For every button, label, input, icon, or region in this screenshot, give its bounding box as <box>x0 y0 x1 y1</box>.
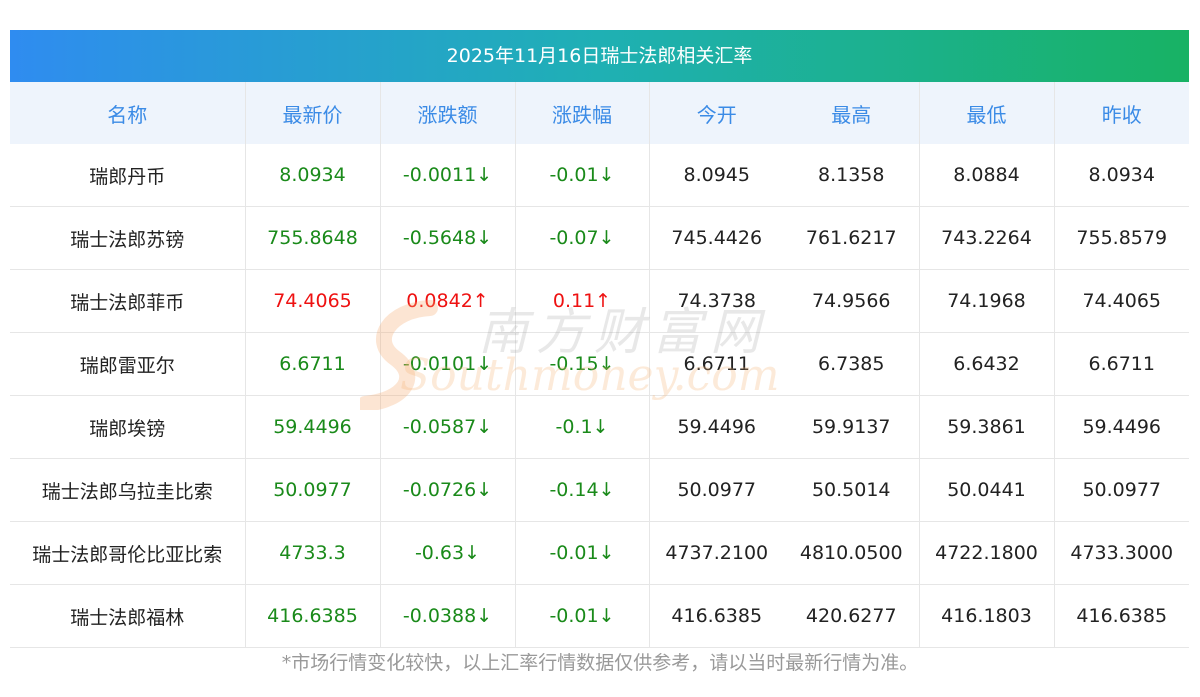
cell-change: -0.0011↓ <box>379 144 515 207</box>
cell-low: 743.2264 <box>918 206 1054 270</box>
cell-high: 761.6217 <box>784 206 919 270</box>
cell-prev-close: 8.0934 <box>1053 144 1189 207</box>
table-row: 瑞郎丹币 8.0934 -0.0011↓ -0.01↓ 8.0945 8.1358 8.08… <box>10 144 1189 207</box>
cell-name: 瑞士法郎菲币 <box>10 269 245 333</box>
cell-latest: 416.6385 <box>244 584 380 648</box>
cell-open: 6.6711 <box>648 332 784 396</box>
header-change: 涨跌额 <box>379 82 515 144</box>
cell-name: 瑞郎雷亚尔 <box>10 332 245 396</box>
cell-name: 瑞郎丹币 <box>10 144 245 207</box>
cell-change: 0.0842↑ <box>379 269 515 333</box>
cell-change-pct: 0.11↑ <box>514 269 649 333</box>
cell-latest: 6.6711 <box>244 332 380 396</box>
cell-low: 416.1803 <box>918 584 1054 648</box>
cell-change: -0.0101↓ <box>379 332 515 396</box>
cell-change: -0.0587↓ <box>379 395 515 459</box>
table-row: 瑞郎埃镑 59.4496 -0.0587↓ -0.1↓ 59.4496 59.9137 59… <box>10 395 1189 459</box>
cell-change-pct: -0.14↓ <box>514 458 649 522</box>
cell-open: 745.4426 <box>648 206 784 270</box>
table-row: 瑞士法郎福林 416.6385 -0.0388↓ -0.01↓ 416.6385 420.… <box>10 584 1189 648</box>
cell-low: 8.0884 <box>918 144 1054 207</box>
cell-prev-close: 755.8579 <box>1053 206 1189 270</box>
cell-change: -0.0726↓ <box>379 458 515 522</box>
cell-prev-close: 74.4065 <box>1053 269 1189 333</box>
cell-name: 瑞士法郎哥伦比亚比索 <box>10 521 245 585</box>
cell-name: 瑞士法郎福林 <box>10 584 245 648</box>
table-row: 瑞士法郎菲币 74.4065 0.0842↑ 0.11↑ 74.3738 74.9566 7… <box>10 269 1189 333</box>
header-latest: 最新价 <box>244 82 380 144</box>
cell-change-pct: -0.01↓ <box>514 521 649 585</box>
rates-panel: 2025年11月16日瑞士法郎相关汇率 名称 最新价 涨跌额 涨跌幅 今开 最高… <box>10 30 1189 648</box>
cell-open: 416.6385 <box>648 584 784 648</box>
disclaimer-footer: *市场行情变化较快，以上汇率行情数据仅供参考，请以当时最新行情为准。 <box>281 652 919 674</box>
cell-low: 50.0441 <box>918 458 1054 522</box>
cell-change-pct: -0.1↓ <box>514 395 649 459</box>
header-high: 最高 <box>784 82 919 144</box>
cell-change-pct: -0.07↓ <box>514 206 649 270</box>
cell-change: -0.63↓ <box>379 521 515 585</box>
table-row: 瑞郎雷亚尔 6.6711 -0.0101↓ -0.15↓ 6.6711 6.7385 6.6… <box>10 332 1189 396</box>
cell-name: 瑞士法郎苏镑 <box>10 206 245 270</box>
cell-latest: 50.0977 <box>244 458 380 522</box>
cell-open: 74.3738 <box>648 269 784 333</box>
cell-latest: 74.4065 <box>244 269 380 333</box>
cell-high: 4810.0500 <box>784 521 919 585</box>
table-row: 瑞士法郎哥伦比亚比索 4733.3 -0.63↓ -0.01↓ 4737.2100 481… <box>10 521 1189 585</box>
cell-latest: 4733.3 <box>244 521 380 585</box>
cell-prev-close: 6.6711 <box>1053 332 1189 396</box>
header-open: 今开 <box>648 82 784 144</box>
cell-change-pct: -0.01↓ <box>514 144 649 207</box>
cell-open: 50.0977 <box>648 458 784 522</box>
cell-change-pct: -0.01↓ <box>514 584 649 648</box>
cell-prev-close: 416.6385 <box>1053 584 1189 648</box>
cell-name: 瑞郎埃镑 <box>10 395 245 459</box>
header-name: 名称 <box>10 82 245 144</box>
cell-high: 50.5014 <box>784 458 919 522</box>
header-row: 名称 最新价 涨跌额 涨跌幅 今开 最高 最低 昨收 <box>10 82 1189 144</box>
cell-open: 8.0945 <box>648 144 784 207</box>
cell-latest: 8.0934 <box>244 144 380 207</box>
cell-high: 420.6277 <box>784 584 919 648</box>
header-change-pct: 涨跌幅 <box>514 82 649 144</box>
cell-high: 74.9566 <box>784 269 919 333</box>
cell-high: 6.7385 <box>784 332 919 396</box>
cell-high: 59.9137 <box>784 395 919 459</box>
rates-table: 名称 最新价 涨跌额 涨跌幅 今开 最高 最低 昨收 瑞郎丹币 8.0934 -0.… <box>10 82 1189 648</box>
cell-prev-close: 50.0977 <box>1053 458 1189 522</box>
table-row: 瑞士法郎苏镑 755.8648 -0.5648↓ -0.07↓ 745.4426 761.… <box>10 206 1189 270</box>
table-row: 瑞士法郎乌拉圭比索 50.0977 -0.0726↓ -0.14↓ 50.0977 50.… <box>10 458 1189 522</box>
cell-latest: 59.4496 <box>244 395 380 459</box>
cell-name: 瑞士法郎乌拉圭比索 <box>10 458 245 522</box>
header-prev-close: 昨收 <box>1053 82 1189 144</box>
cell-open: 59.4496 <box>648 395 784 459</box>
cell-low: 4722.1800 <box>918 521 1054 585</box>
cell-low: 59.3861 <box>918 395 1054 459</box>
cell-prev-close: 4733.3000 <box>1053 521 1189 585</box>
cell-prev-close: 59.4496 <box>1053 395 1189 459</box>
cell-latest: 755.8648 <box>244 206 380 270</box>
cell-low: 74.1968 <box>918 269 1054 333</box>
cell-change: -0.0388↓ <box>379 584 515 648</box>
cell-low: 6.6432 <box>918 332 1054 396</box>
cell-open: 4737.2100 <box>648 521 784 585</box>
header-low: 最低 <box>918 82 1054 144</box>
cell-change: -0.5648↓ <box>379 206 515 270</box>
table-title: 2025年11月16日瑞士法郎相关汇率 <box>10 30 1189 82</box>
cell-change-pct: -0.15↓ <box>514 332 649 396</box>
cell-high: 8.1358 <box>784 144 919 207</box>
